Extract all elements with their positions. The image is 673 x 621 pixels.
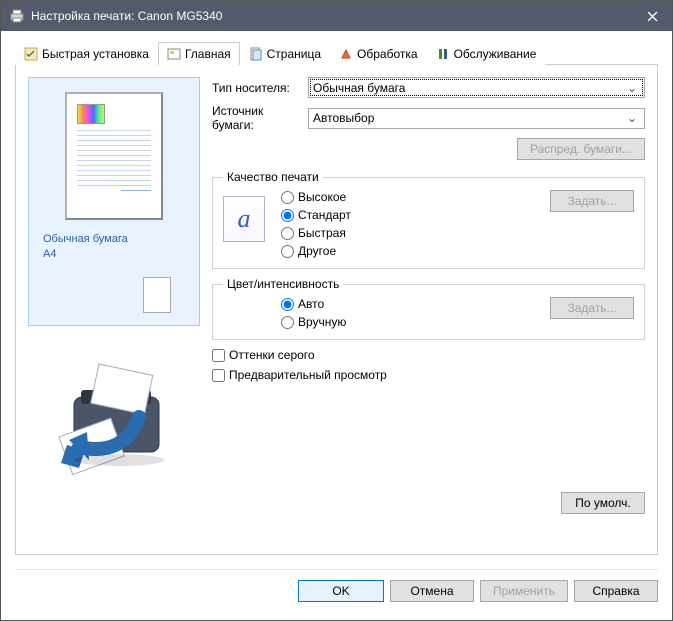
effects-icon — [339, 47, 353, 61]
paper-source-select[interactable]: Автовыбор ⌄ — [308, 108, 645, 129]
color-auto-radio[interactable]: Авто — [281, 297, 346, 311]
page-preview — [65, 92, 163, 220]
mini-page-icon — [143, 277, 171, 313]
chevron-down-icon: ⌄ — [624, 111, 640, 125]
quality-standard-radio[interactable]: Стандарт — [281, 208, 351, 222]
color-intensity-group: Цвет/интенсивность Авто Вручную Задать..… — [212, 277, 645, 340]
quality-high-radio[interactable]: Высокое — [281, 190, 351, 204]
cancel-button[interactable]: Отмена — [390, 580, 474, 602]
quality-fast-radio[interactable]: Быстрая — [281, 226, 351, 240]
color-intensity-legend: Цвет/интенсивность — [223, 277, 343, 291]
grayscale-checkbox[interactable]: Оттенки серого — [212, 348, 645, 362]
tab-label: Быстрая установка — [42, 47, 149, 61]
dialog-content: Быстрая установка Главная Страница Обраб… — [1, 31, 672, 569]
page-icon — [249, 47, 263, 61]
quality-other-radio[interactable]: Другое — [281, 244, 351, 258]
tab-page[interactable]: Страница — [240, 42, 330, 65]
paper-allocation-button[interactable]: Распред. бумаги... — [517, 138, 645, 160]
settings-column: Тип носителя: Обычная бумага ⌄ Источник … — [212, 77, 645, 542]
tab-main[interactable]: Главная — [158, 42, 240, 65]
printer-icon — [9, 8, 25, 24]
preview-media-label: Обычная бумага — [43, 232, 185, 247]
quality-sample-icon: a — [223, 196, 265, 242]
color-set-button[interactable]: Задать... — [550, 297, 634, 319]
printer-illustration — [39, 342, 189, 492]
quality-set-button[interactable]: Задать... — [550, 190, 634, 212]
chevron-down-icon: ⌄ — [624, 81, 640, 95]
main-icon — [167, 47, 181, 61]
quick-setup-icon — [24, 47, 38, 61]
defaults-button[interactable]: По умолч. — [561, 492, 645, 514]
media-type-label: Тип носителя: — [212, 81, 308, 95]
tab-effects[interactable]: Обработка — [330, 42, 427, 65]
preview-column: Обычная бумага A4 — [28, 77, 200, 542]
preview-checkbox[interactable]: Предварительный просмотр — [212, 368, 645, 382]
print-quality-group: Качество печати a Высокое Стандарт Быстр… — [212, 170, 645, 269]
paper-source-label: Источник бумаги: — [212, 104, 308, 132]
apply-button[interactable]: Применить — [480, 580, 568, 602]
close-button[interactable] — [632, 1, 672, 31]
print-settings-window: Настройка печати: Canon MG5340 Быстрая у… — [0, 0, 673, 621]
ok-button[interactable]: OK — [298, 580, 384, 602]
tab-quick-setup[interactable]: Быстрая установка — [15, 42, 158, 65]
print-quality-legend: Качество печати — [223, 170, 323, 184]
maintenance-icon — [436, 47, 450, 61]
help-button[interactable]: Справка — [574, 580, 658, 602]
tab-label: Главная — [185, 47, 231, 61]
color-swatch-icon — [77, 104, 105, 124]
preview-size-label: A4 — [43, 247, 185, 262]
titlebar: Настройка печати: Canon MG5340 — [1, 1, 672, 31]
color-manual-radio[interactable]: Вручную — [281, 315, 346, 329]
tab-label: Обслуживание — [454, 47, 537, 61]
preview-box: Обычная бумага A4 — [28, 77, 200, 326]
tab-panel-main: Обычная бумага A4 — [15, 65, 658, 555]
dialog-button-row: OK Отмена Применить Справка — [1, 570, 672, 612]
window-title: Настройка печати: Canon MG5340 — [31, 9, 632, 23]
tab-label: Страница — [267, 47, 321, 61]
media-type-select[interactable]: Обычная бумага ⌄ — [308, 77, 645, 98]
media-type-value: Обычная бумага — [313, 81, 405, 95]
tab-label: Обработка — [357, 47, 418, 61]
paper-source-value: Автовыбор — [313, 111, 374, 125]
tab-maintenance[interactable]: Обслуживание — [427, 42, 546, 65]
tab-strip: Быстрая установка Главная Страница Обраб… — [15, 41, 658, 65]
